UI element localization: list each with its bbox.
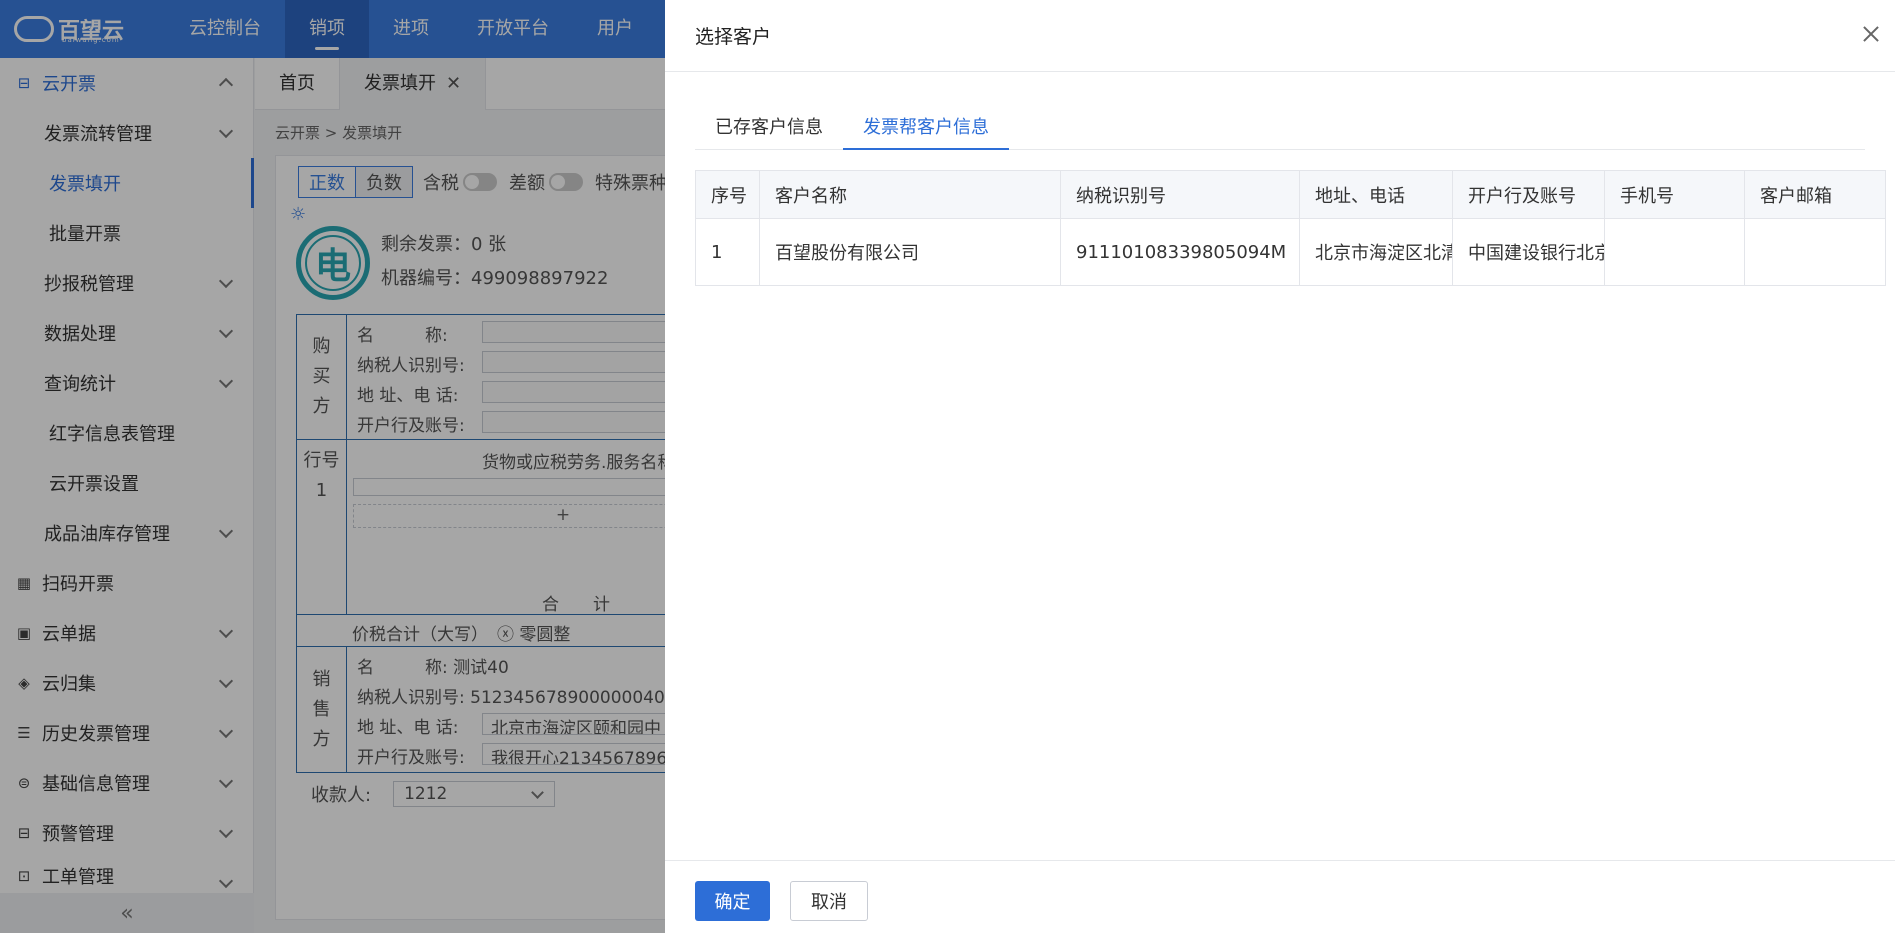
customer-table: 序号 客户名称 纳税识别号 地址、电话 开户行及账号 手机号 客户邮箱 1 百望… (695, 170, 1886, 286)
table-cell (1744, 218, 1886, 286)
close-icon[interactable] (1859, 22, 1883, 46)
dialog-tabs: 已存客户信息 发票帮客户信息 (695, 110, 1865, 150)
table-header-row: 序号 客户名称 纳税识别号 地址、电话 开户行及账号 手机号 客户邮箱 (695, 170, 1886, 219)
table-cell: 百望股份有限公司 (759, 218, 1061, 286)
column-header: 纳税识别号 (1060, 170, 1300, 219)
dialog-title: 选择客户 (695, 26, 772, 48)
table-cell: 1 (695, 218, 760, 286)
tab-saved-customers[interactable]: 已存客户信息 (695, 110, 843, 150)
confirm-button[interactable]: 确定 (695, 881, 770, 921)
column-header: 地址、电话 (1299, 170, 1453, 219)
tab-invoice-helper-customers[interactable]: 发票帮客户信息 (843, 110, 1009, 150)
table-cell: 91110108339805094M (1060, 218, 1300, 286)
column-header: 开户行及账号 (1452, 170, 1605, 219)
column-header: 序号 (695, 170, 760, 219)
table-cell: 北京市海淀区北清 (1299, 218, 1453, 286)
table-row[interactable]: 1 百望股份有限公司 91110108339805094M 北京市海淀区北清 中… (695, 218, 1886, 286)
dialog-footer: 确定 取消 (665, 860, 1895, 933)
select-customer-dialog: 选择客户 已存客户信息 发票帮客户信息 序号 客户名称 纳税识别号 地址、电话 … (665, 0, 1895, 933)
column-header: 客户名称 (759, 170, 1061, 219)
dialog-header: 选择客户 (665, 0, 1895, 72)
column-header: 客户邮箱 (1744, 170, 1886, 219)
table-cell (1604, 218, 1745, 286)
column-header: 手机号 (1604, 170, 1745, 219)
cancel-button[interactable]: 取消 (790, 881, 868, 921)
table-cell: 中国建设银行北京 (1452, 218, 1605, 286)
